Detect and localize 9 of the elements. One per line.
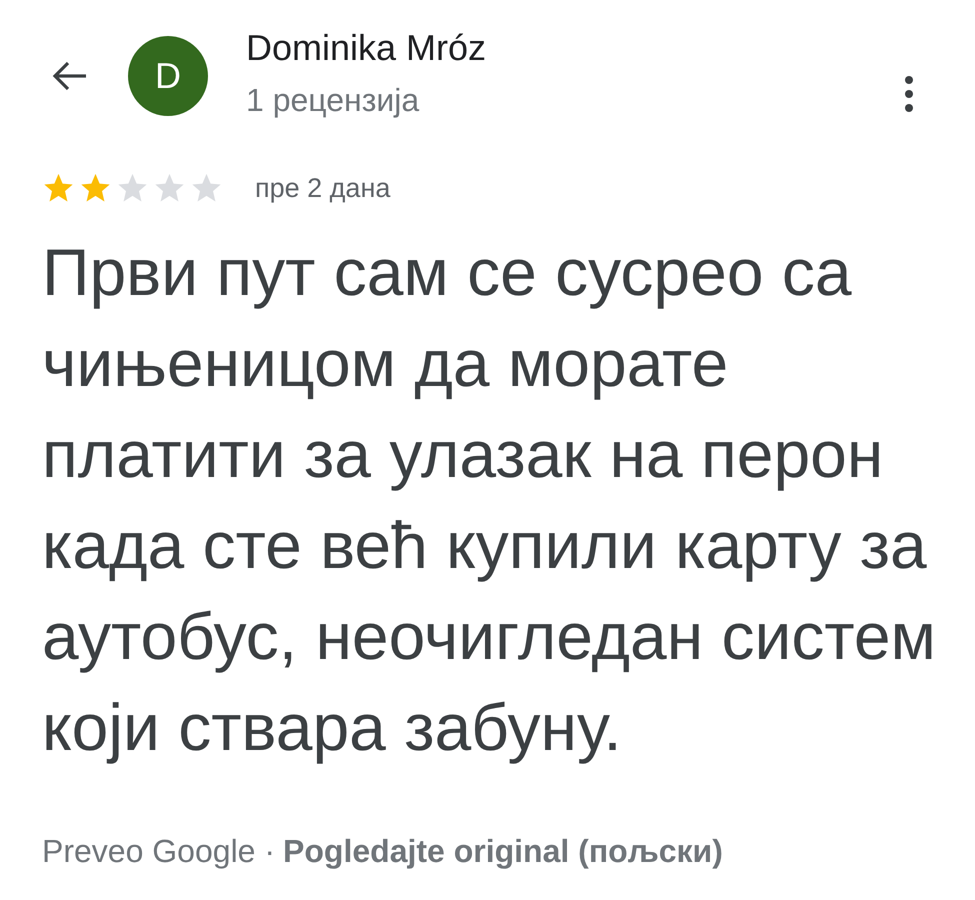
review-count: 1 рецензија	[246, 82, 420, 118]
avatar: D	[128, 36, 208, 116]
back-arrow-icon	[52, 60, 88, 92]
reviewer-name: Dominika Mróz	[246, 28, 486, 68]
more-icon	[904, 75, 914, 113]
review-time: пре 2 дана	[255, 172, 390, 205]
review-text: Први пут сам се сусрео са чињеницом да морате платити за улазак на перон када сте већ купили карту за аутобус, неочигледан систем који ствара забуну.	[41, 234, 937, 766]
view-original-link[interactable]: Pogledajte original (пољски)	[283, 826, 723, 874]
translated-by-label: Preveo Google ·	[42, 832, 276, 871]
